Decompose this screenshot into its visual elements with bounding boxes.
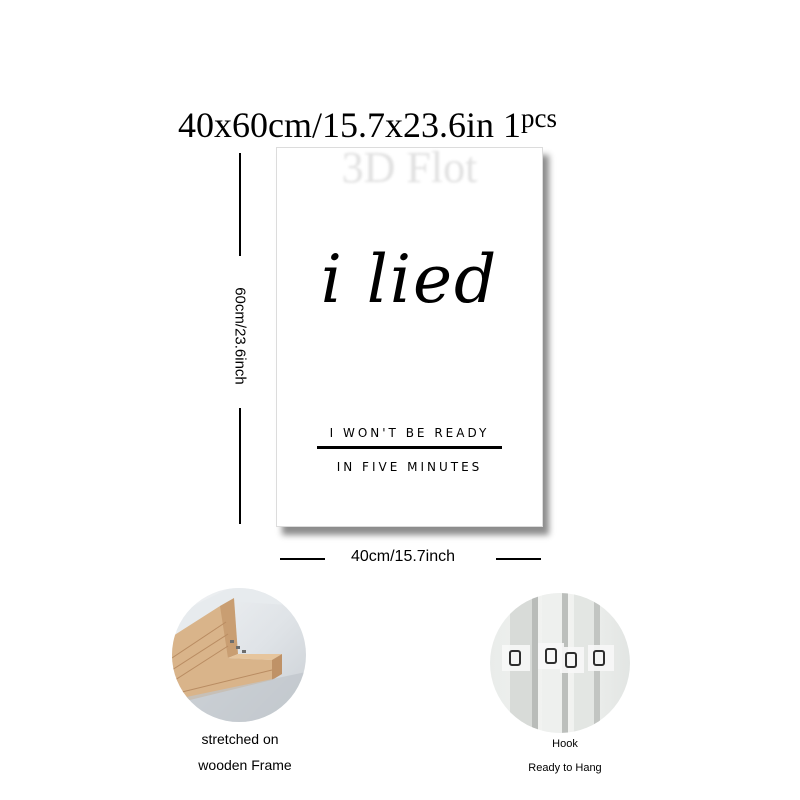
poster-title: i lied [320, 241, 499, 318]
wooden-frame-icon [172, 588, 306, 722]
height-dimension-line-bottom [239, 408, 241, 524]
frame-caption-line1: stretched on [201, 731, 279, 747]
hook-icon [490, 593, 630, 733]
watermark: 3D Flot [341, 143, 478, 192]
quantity-unit: pcs [520, 103, 557, 133]
width-dimension-line-right [496, 558, 541, 560]
width-dimension-label: 40cm/15.7inch [350, 548, 456, 565]
size-text: 40x60cm/15.7x23.6in [178, 105, 494, 145]
poster-divider [317, 446, 502, 449]
poster-subtitle-line2: IN FIVE MINUTES [336, 460, 483, 474]
width-dimension-line-left [280, 558, 325, 560]
quantity-number: 1 [502, 105, 521, 145]
height-dimension-text: 60cm/23.6inch [231, 287, 249, 385]
poster-canvas: 3D Flot i lied I WON'T BE READY IN FIVE … [276, 143, 543, 527]
frame-caption-line2: wooden Frame [198, 757, 292, 773]
hook-caption-line2: Ready to Hang [528, 762, 602, 774]
size-headline: 40x60cm/15.7x23.6in 1pcs [178, 96, 638, 147]
poster-subtitle-line1: I WON'T BE READY [329, 426, 490, 440]
hook-caption-line1: Hook [552, 738, 578, 750]
height-dimension-line-top [239, 153, 241, 256]
